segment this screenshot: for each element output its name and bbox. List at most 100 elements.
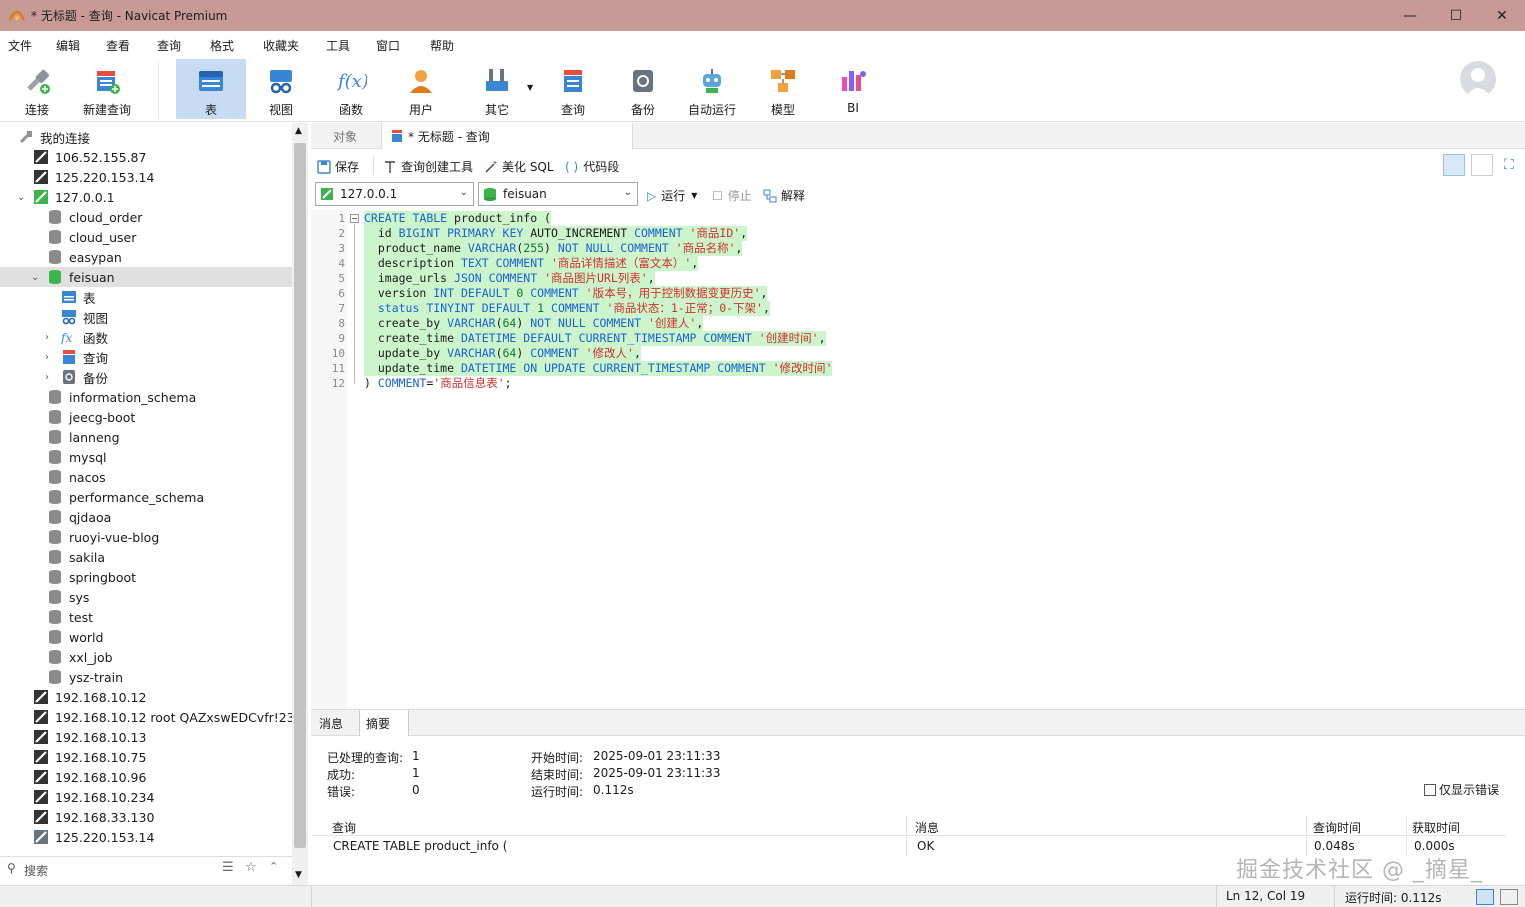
database-item[interactable]: cloud_user <box>0 227 292 247</box>
bi-button[interactable]: BI <box>820 59 886 119</box>
database-item[interactable]: ysz-train <box>0 667 292 687</box>
column-header-query[interactable]: 查询 <box>332 819 356 836</box>
stop-button[interactable]: ☐ 停止 <box>712 187 752 204</box>
beautify-sql-button[interactable]: 美化 SQL <box>484 158 554 175</box>
expand-arrow-icon[interactable]: › <box>45 352 49 363</box>
database-item[interactable]: performance_schema <box>0 487 292 507</box>
maximize-button[interactable]: ☐ <box>1433 0 1479 31</box>
only-errors-checkbox[interactable]: 仅显示错误 <box>1424 781 1499 798</box>
menu-query[interactable]: 查询 <box>157 37 181 54</box>
tab-message[interactable]: 消息 <box>313 710 349 736</box>
tab-objects[interactable]: 对象 <box>325 123 365 149</box>
view-button[interactable]: 视图 <box>248 59 314 119</box>
query-builder-button[interactable]: 查询创建工具 <box>383 158 473 175</box>
new-query-button[interactable]: 新建查询 <box>74 59 140 119</box>
database-item[interactable]: cloud_order <box>0 207 292 227</box>
database-item[interactable]: mysql <box>0 447 292 467</box>
connection-item[interactable]: 192.168.33.130 <box>0 807 292 827</box>
db-child-item[interactable]: › fx 函数 <box>0 327 292 347</box>
table-button[interactable]: 表 <box>176 59 246 119</box>
tab-query[interactable]: * 无标题 - 查询 <box>381 123 633 149</box>
connection-item[interactable]: 125.220.153.14 <box>0 167 292 187</box>
database-item[interactable]: nacos <box>0 467 292 487</box>
database-select[interactable]: feisuan ⌄ <box>478 182 638 206</box>
expand-arrow-icon[interactable]: ⌄ <box>17 192 25 203</box>
layout-toggle-stacked[interactable] <box>1443 154 1465 176</box>
layout-toggle-side[interactable] <box>1471 154 1493 176</box>
tree-root[interactable]: 我的连接 <box>0 127 292 147</box>
filter-icon[interactable]: ☰ <box>222 860 234 875</box>
db-child-item[interactable]: 视图 <box>0 307 292 327</box>
scroll-up-icon[interactable]: ▲ <box>295 126 302 136</box>
expand-arrow-icon[interactable]: › <box>45 372 49 383</box>
function-button[interactable]: f(x) 函数 <box>318 59 384 119</box>
expand-arrow-icon[interactable]: ⌄ <box>31 272 39 283</box>
fold-toggle-icon[interactable]: − <box>350 214 359 223</box>
database-item[interactable]: easypan <box>0 247 292 267</box>
backup-button[interactable]: 备份 <box>610 59 676 119</box>
database-item[interactable]: ruoyi-vue-blog <box>0 527 292 547</box>
connection-item[interactable]: 125.220.153.14 <box>0 827 292 847</box>
close-button[interactable]: ✕ <box>1479 0 1525 31</box>
database-item-selected[interactable]: ⌄ feisuan <box>0 267 292 287</box>
database-item[interactable]: test <box>0 607 292 627</box>
connection-item[interactable]: 192.168.10.96 <box>0 767 292 787</box>
connection-item[interactable]: 106.52.155.87 <box>0 147 292 167</box>
db-child-item[interactable]: 表 <box>0 287 292 307</box>
favorite-star-icon[interactable]: ☆ <box>245 860 257 875</box>
search-input[interactable]: 搜索 <box>24 862 48 879</box>
database-item[interactable]: information_schema <box>0 387 292 407</box>
connect-button[interactable]: 连接 <box>4 59 70 119</box>
connection-select[interactable]: 127.0.0.1 ⌄ <box>315 182 474 206</box>
connection-item[interactable]: 192.168.10.13 <box>0 727 292 747</box>
menu-edit[interactable]: 编辑 <box>56 37 80 54</box>
run-button[interactable]: ▷ 运行 ▼ <box>647 187 697 204</box>
column-header-fetch-time[interactable]: 获取时间 <box>1412 819 1460 836</box>
database-item[interactable]: jeecg-boot <box>0 407 292 427</box>
database-item[interactable]: xxl_job <box>0 647 292 667</box>
user-button[interactable]: 用户 <box>388 59 454 119</box>
column-header-message[interactable]: 消息 <box>915 819 939 836</box>
tab-summary[interactable]: 摘要 <box>359 710 409 736</box>
column-header-query-time[interactable]: 查询时间 <box>1313 819 1361 836</box>
model-button[interactable]: 模型 <box>750 59 816 119</box>
menu-help[interactable]: 帮助 <box>430 37 454 54</box>
scroll-down-icon[interactable]: ▼ <box>295 870 302 880</box>
panel-toggle-right-icon[interactable] <box>1500 889 1518 905</box>
database-item[interactable]: world <box>0 627 292 647</box>
explain-button[interactable]: 解释 <box>763 187 805 204</box>
expand-arrow-icon[interactable]: › <box>45 332 49 343</box>
panel-toggle-left-icon[interactable] <box>1476 889 1494 905</box>
menu-format[interactable]: 格式 <box>210 37 234 54</box>
database-item[interactable]: qjdaoa <box>0 507 292 527</box>
connection-item[interactable]: 192.168.10.75 <box>0 747 292 767</box>
database-item[interactable]: sakila <box>0 547 292 567</box>
code-snippet-button[interactable]: ( ) 代码段 <box>565 158 619 175</box>
tree-scrollbar-thumb[interactable] <box>294 143 306 848</box>
minimize-button[interactable]: — <box>1387 0 1433 31</box>
save-button[interactable]: 保存 <box>317 158 359 175</box>
connection-item[interactable]: 192.168.10.234 <box>0 787 292 807</box>
account-avatar[interactable] <box>1460 61 1496 97</box>
other-dropdown-icon[interactable]: ▼ <box>527 83 533 92</box>
db-child-item[interactable]: › 备份 <box>0 367 292 387</box>
menu-favorites[interactable]: 收藏夹 <box>263 37 299 54</box>
query-button[interactable]: 查询 <box>540 59 606 119</box>
menu-view[interactable]: 查看 <box>106 37 130 54</box>
other-button[interactable]: 其它 <box>464 59 530 119</box>
fullscreen-icon[interactable]: ⛶ <box>1504 157 1514 173</box>
menu-tools[interactable]: 工具 <box>326 37 350 54</box>
connection-item[interactable]: 192.168.10.12 <box>0 687 292 707</box>
connection-item[interactable]: 192.168.10.12 root QAZxswEDCvfr!23$ <box>0 707 292 727</box>
database-item[interactable]: lanneng <box>0 427 292 447</box>
line-number: 10 <box>331 347 345 360</box>
automation-button[interactable]: 自动运行 <box>680 59 744 119</box>
database-item[interactable]: sys <box>0 587 292 607</box>
db-child-item[interactable]: › 查询 <box>0 347 292 367</box>
menu-window[interactable]: 窗口 <box>376 37 400 54</box>
collapse-all-icon[interactable]: ⌃ <box>269 860 278 873</box>
database-item[interactable]: springboot <box>0 567 292 587</box>
menu-file[interactable]: 文件 <box>8 37 32 54</box>
run-dropdown-icon[interactable]: ▼ <box>691 191 697 200</box>
connection-item[interactable]: ⌄ 127.0.0.1 <box>0 187 292 207</box>
